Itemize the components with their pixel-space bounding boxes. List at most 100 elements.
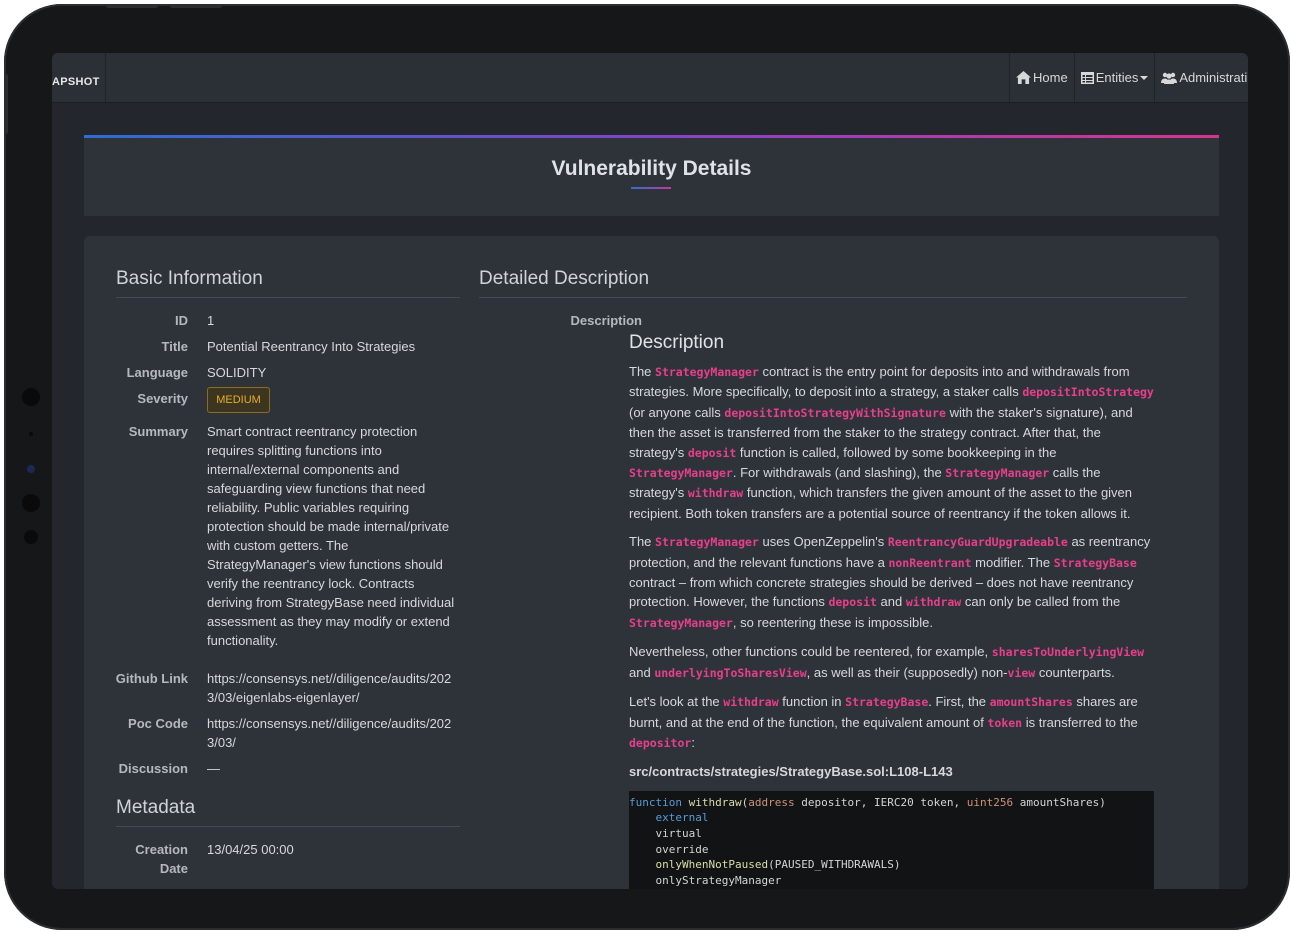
title-underline [631,187,671,189]
code-token: address [748,795,795,809]
github-line: 3/03/eigenlabs-eigenlayer/ [207,690,360,705]
nav-entities-label: Entities [1095,70,1139,85]
summary-line: safeguarding view functions that need [207,481,426,496]
summary-line: deriving from StrategyBase need individu… [207,595,455,610]
severity-label: Severity [137,391,188,406]
creation-label-line: Creation [135,842,188,857]
inline-code: StrategyManager [945,466,1050,481]
volume-button [170,4,222,8]
nav-menu: Home Entities Administrati [1009,53,1248,102]
inline-code: nonReentrant [888,555,972,570]
inline-code: withdraw [723,695,779,710]
inline-code: depositIntoStrategy [1022,385,1154,400]
detailed-description-heading: Detailed Description [479,268,650,289]
poc-line: https://consensys.net//diligence/audits/… [207,716,452,731]
power-button [4,74,8,134]
inline-code: depositor [629,735,692,750]
divider [116,297,460,298]
summary-line: Smart contract reentrancy protection [207,424,418,439]
inline-code: StrategyManager [655,535,759,550]
app-screen: APSHOT Home Entities Administrati Vulner… [52,53,1248,889]
code-line: onlyStrategyManager [629,873,1154,889]
users-icon [1161,72,1178,84]
id-label: ID [175,313,188,328]
page-title: Vulnerability Details [551,157,752,180]
brand-logo[interactable]: APSHOT [52,53,106,102]
nav-administration-label: Administrati [1179,70,1248,85]
inline-code: StrategyBase [1053,555,1137,570]
code-block: function withdraw(address depositor, IER… [629,790,1154,889]
severity-badge: MEDIUM [207,387,270,413]
code-token: withdraw [688,795,742,809]
divider [479,297,1187,298]
description-label: Description [570,313,642,328]
summary-line: verify the reentrancy lock. Contracts [207,576,415,591]
nav-home[interactable]: Home [1009,53,1074,102]
inline-code: StrategyBase [845,695,929,710]
metadata-heading: Metadata [116,797,196,818]
summary-label: Summary [128,424,188,439]
summary-line: functionality. [207,633,279,648]
code-line: { [629,888,1154,889]
code-token: function [629,795,682,809]
top-navbar: APSHOT Home Entities Administrati [52,53,1248,103]
inline-code: amountShares [989,695,1073,710]
volume-button [106,4,158,8]
inline-code: deposit [828,595,877,610]
summary-line: requires splitting functions into [207,443,382,458]
code-file-path: src/contracts/strategies/StrategyBase.so… [629,764,953,780]
table-icon [1080,71,1094,84]
inline-code: ReentrancyGuardUpgradeable [887,535,1068,550]
code-token: override [629,842,709,856]
page-header: Vulnerability Details [84,135,1219,216]
description-body: Description The StrategyManager contract… [629,329,1154,889]
camera-lens [27,465,35,473]
nav-administration[interactable]: Administrati [1154,53,1248,102]
github-link[interactable]: https://consensys.net//diligence/audits/… [207,669,467,707]
inline-code: withdraw [905,595,962,610]
nav-home-label: Home [1033,70,1068,85]
poc-link[interactable]: https://consensys.net//diligence/audits/… [207,714,467,752]
summary-line: with custom getters. The [207,538,349,553]
title-label: Title [161,339,189,354]
code-token: uint256 [966,795,1014,809]
github-line: https://consensys.net//diligence/audits/… [207,671,452,686]
summary-line: internal/external components and [207,462,400,477]
code-token: onlyWhenNotPaused [655,858,769,872]
description-heading: Description [629,332,725,353]
camera-sensor [22,494,40,512]
tablet-frame: APSHOT Home Entities Administrati Vulner… [4,4,1290,930]
camera-sensor [29,432,33,436]
summary-line: reliability. Public variables requiring [207,500,410,515]
discussion-value: — [207,761,220,776]
language-value: SOLIDITY [207,365,267,380]
title-value: Potential Reentrancy Into Strategies [207,339,416,354]
inline-code: StrategyManager [655,365,759,379]
code-token: depositor, IERC20 token, [794,795,967,809]
code-token: (PAUSED_WITHDRAWALS) [768,858,901,872]
inline-code: depositIntoStrategyWithSignature [724,405,946,420]
creation-date-label: Creation Date [104,840,188,878]
poc-line: 3/03/ [207,735,236,750]
paragraph: Nevertheless, other functions could be r… [629,644,1145,680]
inline-code: StrategyManager [629,466,733,481]
gradient-bar [84,135,1219,138]
github-label: Github Link [115,671,188,686]
code-token: amountShares) [1013,795,1106,809]
home-icon [1016,71,1031,84]
inline-code: token [987,715,1023,730]
code-token: onlyStrategyManager [629,873,782,887]
inline-code: view [1007,665,1036,680]
divider [116,826,460,827]
nav-entities[interactable]: Entities [1073,53,1155,102]
summary-line: assessment as they may modify or extend [207,614,450,629]
creation-date-value: 13/04/25 00:00 [207,842,294,857]
code-line: function withdraw(address depositor, IER… [629,795,1154,811]
basic-info-heading: Basic Information [116,268,263,289]
caret-down-icon [1140,75,1149,80]
summary-line: protection should be made internal/priva… [207,519,450,534]
poc-label: Poc Code [128,716,188,731]
